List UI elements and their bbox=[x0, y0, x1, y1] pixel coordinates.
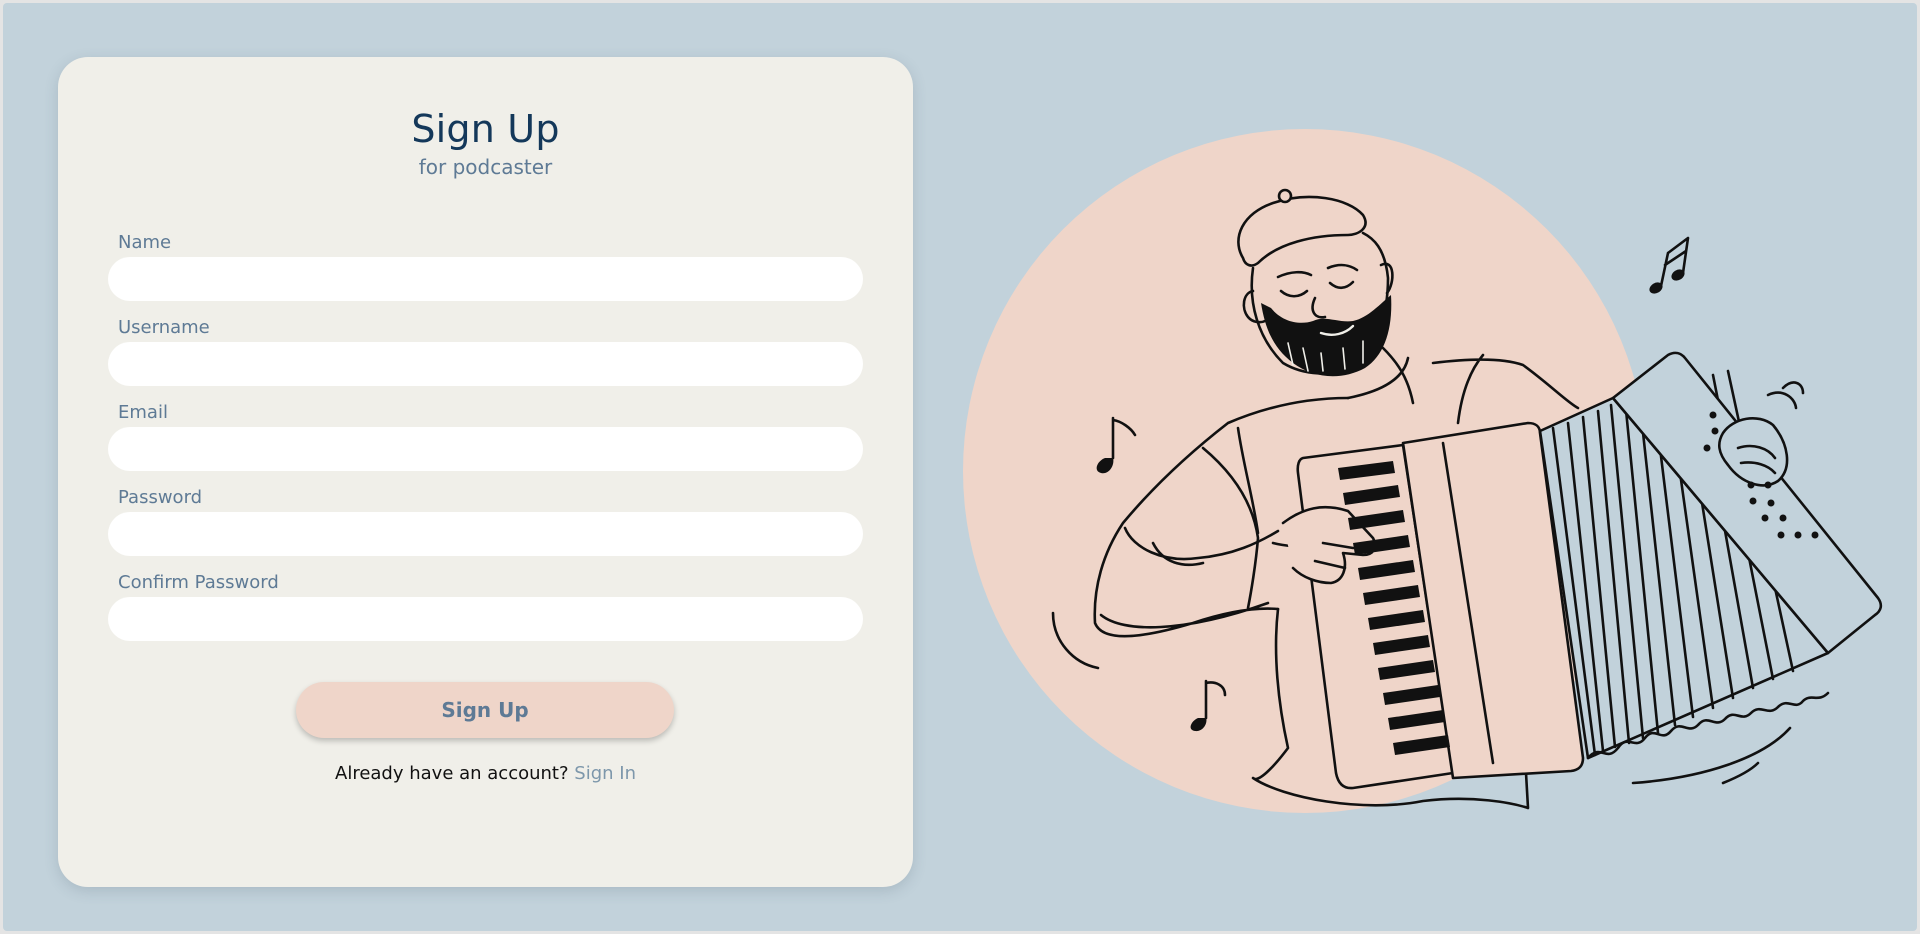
username-label: Username bbox=[118, 317, 210, 338]
email-field[interactable] bbox=[108, 427, 863, 471]
sign-in-link[interactable]: Sign In bbox=[574, 763, 636, 784]
username-field[interactable] bbox=[108, 342, 863, 386]
signin-prompt-text: Already have an account? bbox=[335, 763, 569, 784]
name-label: Name bbox=[118, 232, 172, 253]
page-title: Sign Up bbox=[411, 107, 560, 151]
page-background: Sign Up for podcaster Name Username Emai… bbox=[3, 3, 1917, 931]
confirm-password-label: Confirm Password bbox=[118, 572, 279, 593]
email-label: Email bbox=[118, 402, 168, 423]
sign-up-button[interactable]: Sign Up bbox=[296, 682, 674, 738]
confirm-password-field[interactable] bbox=[108, 597, 863, 641]
password-field[interactable] bbox=[108, 512, 863, 556]
signin-prompt-row: Already have an account? Sign In bbox=[58, 763, 913, 784]
signup-card: Sign Up for podcaster Name Username Emai… bbox=[58, 57, 913, 887]
page-subtitle: for podcaster bbox=[418, 155, 553, 179]
accordion-player-illustration bbox=[963, 129, 1883, 813]
password-label: Password bbox=[118, 487, 203, 508]
name-field[interactable] bbox=[108, 257, 863, 301]
